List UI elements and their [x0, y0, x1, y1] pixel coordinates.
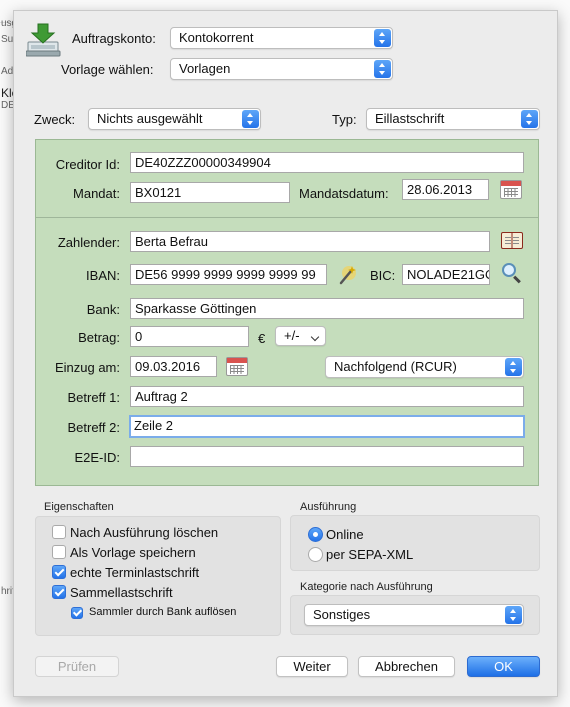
online-radio[interactable]: [308, 527, 323, 542]
collection-date-field[interactable]: 09.03.2016: [130, 356, 217, 377]
payer-field[interactable]: Berta Befrau: [130, 231, 490, 252]
popup-arrows-icon: [374, 29, 391, 47]
check-button[interactable]: Prüfen: [35, 656, 119, 677]
chevron-down-icon: [310, 332, 320, 342]
checkbox-label: Sammellastschrift: [70, 585, 173, 600]
creditor-id-label: Creditor Id:: [55, 157, 120, 172]
subject2-label: Betreff 2:: [67, 420, 120, 435]
batch-debit-checkbox[interactable]: [52, 585, 66, 599]
next-button[interactable]: Weiter: [276, 656, 348, 677]
save-as-template-checkbox[interactable]: [52, 545, 66, 559]
type-value: Eillastschrift: [375, 111, 445, 126]
template-popup[interactable]: Vorlagen: [170, 58, 393, 80]
purpose-popup[interactable]: Nichts ausgewählt: [88, 108, 261, 130]
resolve-batch-checkbox[interactable]: [71, 607, 83, 619]
mandate-date-field[interactable]: 28.06.2013: [402, 179, 489, 200]
checkbox-label: Sammler durch Bank auflösen: [89, 606, 237, 618]
bic-field[interactable]: NOLADE21GOE: [402, 264, 490, 285]
calendar-icon[interactable]: [226, 357, 248, 376]
type-label: Typ:: [332, 112, 357, 127]
bg-fragment: Su: [1, 34, 14, 45]
mandate-label: Mandat:: [73, 186, 120, 201]
direct-debit-sheet: Auftragskonto: Kontokorrent Vorlage wähl…: [13, 10, 558, 697]
creditor-id-field[interactable]: DE40ZZZ00000349904: [130, 152, 524, 173]
subject1-label: Betreff 1:: [67, 390, 120, 405]
amount-field[interactable]: 0: [130, 326, 249, 347]
sequence-popup[interactable]: Nachfolgend (RCUR): [325, 356, 524, 378]
sign-popup[interactable]: +/-: [275, 326, 326, 346]
iban-field[interactable]: DE56 9999 9999 9999 9999 99: [130, 264, 327, 285]
type-popup[interactable]: Eillastschrift: [366, 108, 540, 130]
real-term-debit-checkbox[interactable]: [52, 565, 66, 579]
purpose-value: Nichts ausgewählt: [97, 111, 203, 126]
mandate-date-label: Mandatsdatum:: [299, 186, 389, 201]
template-label: Vorlage wählen:: [61, 62, 154, 77]
account-value: Kontokorrent: [179, 30, 254, 45]
template-value: Vorlagen: [179, 61, 231, 76]
checkbox-label: echte Terminlastschrift: [70, 565, 200, 580]
bank-field[interactable]: Sparkasse Göttingen: [130, 298, 524, 319]
popup-arrows-icon: [521, 110, 538, 128]
collection-date-label: Einzug am:: [54, 360, 120, 375]
cancel-button[interactable]: Abbrechen: [358, 656, 455, 677]
sign-value: +/-: [284, 328, 300, 343]
sepa-xml-radio[interactable]: [308, 547, 323, 562]
validate-wand-icon[interactable]: [337, 264, 359, 286]
category-title: Kategorie nach Ausführung: [300, 581, 433, 593]
subject2-field[interactable]: Zeile 2: [129, 415, 525, 438]
popup-arrows-icon: [505, 358, 522, 376]
address-book-icon[interactable]: [501, 232, 523, 249]
execution-group: [290, 515, 540, 571]
checkbox-label: Als Vorlage speichern: [70, 545, 196, 560]
calendar-icon[interactable]: [500, 180, 522, 199]
subject1-field[interactable]: Auftrag 2: [130, 386, 524, 407]
ok-button[interactable]: OK: [467, 656, 540, 677]
radio-label: Online: [326, 527, 364, 542]
bank-label: Bank:: [86, 302, 120, 317]
search-icon[interactable]: [502, 263, 524, 285]
currency-label: €: [258, 331, 266, 346]
properties-title: Eigenschaften: [44, 501, 114, 513]
category-popup[interactable]: Sonstiges: [304, 604, 524, 626]
iban-label: IBAN:: [86, 268, 120, 283]
payer-label: Zahlender:: [57, 235, 120, 250]
popup-arrows-icon: [242, 110, 259, 128]
mandate-field[interactable]: BX0121: [130, 182, 290, 203]
category-value: Sonstiges: [313, 607, 371, 622]
account-popup[interactable]: Kontokorrent: [170, 27, 393, 49]
delete-after-execution-checkbox[interactable]: [52, 525, 66, 539]
bic-label: BIC:: [370, 268, 396, 283]
bank-transfer-icon: [25, 22, 62, 58]
radio-label: per SEPA-XML: [326, 547, 414, 562]
popup-arrows-icon: [505, 606, 522, 624]
checkbox-label: Nach Ausführung löschen: [70, 525, 219, 540]
account-label: Auftragskonto:: [72, 31, 156, 46]
popup-arrows-icon: [374, 60, 391, 78]
e2e-id-field[interactable]: [130, 446, 524, 467]
execution-title: Ausführung: [300, 501, 357, 513]
purpose-label: Zweck:: [34, 112, 76, 127]
panel-divider: [36, 217, 538, 218]
amount-label: Betrag:: [78, 330, 120, 345]
e2e-id-label: E2E-ID:: [74, 450, 120, 465]
sequence-value: Nachfolgend (RCUR): [334, 359, 457, 374]
